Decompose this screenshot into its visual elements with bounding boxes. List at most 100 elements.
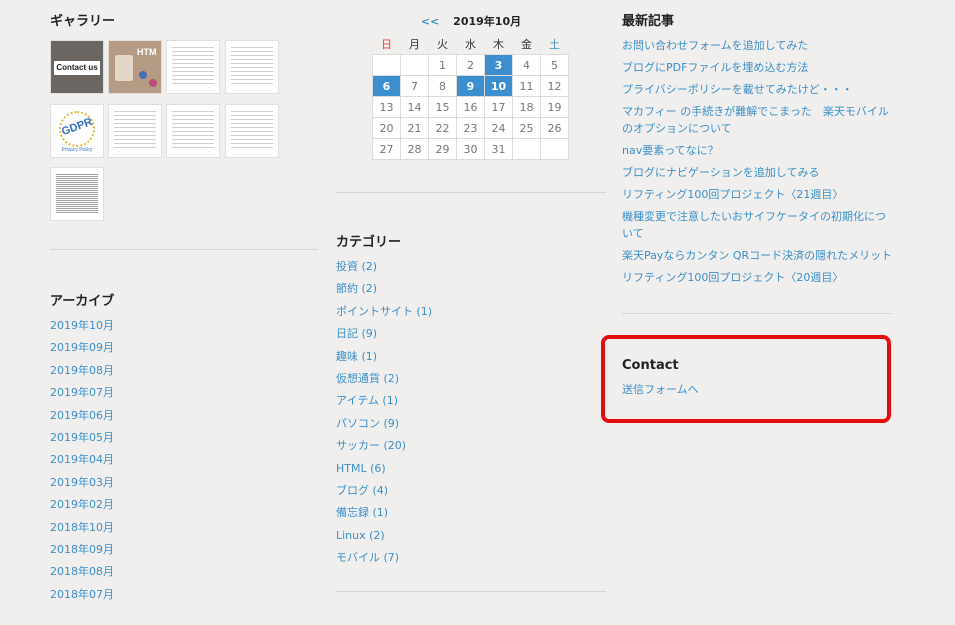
archive-item[interactable]: 2018年07月 — [50, 585, 114, 607]
recent-post-link[interactable]: マカフィー の手続きが難解でこまった 楽天モバイルのオプションについて — [622, 105, 889, 135]
recent-post-item[interactable]: プライバシーポリシーを載せてみたけど・・・ — [622, 81, 894, 98]
category-link[interactable]: 仮想通貨 — [336, 372, 380, 385]
archive-link[interactable]: 2019年06月 — [50, 409, 114, 422]
recent-post-item[interactable]: リフティング100回プロジェクト〈20週目〉 — [622, 269, 894, 286]
recent-post-item[interactable]: お問い合わせフォームを追加してみた — [622, 37, 894, 54]
category-link[interactable]: ポイントサイト — [336, 305, 413, 318]
archive-item[interactable]: 2019年04月 — [50, 450, 114, 472]
archive-link[interactable]: 2018年10月 — [50, 521, 114, 534]
document-thumbnail[interactable] — [166, 40, 220, 94]
category-item[interactable]: 投資 (2) — [336, 257, 432, 279]
archive-link[interactable]: 2019年08月 — [50, 364, 114, 377]
archive-item[interactable]: 2018年09月 — [50, 540, 114, 562]
calendar-day-link[interactable]: 3 — [484, 54, 513, 76]
highlight-box — [601, 335, 891, 423]
recent-post-link[interactable]: ブログにPDFファイルを埋め込む方法 — [622, 61, 808, 74]
contact-title: Contact — [622, 358, 679, 373]
recent-post-link[interactable]: お問い合わせフォームを追加してみた — [622, 39, 808, 52]
archive-item[interactable]: 2019年10月 — [50, 316, 114, 338]
category-count: (1) — [372, 506, 389, 520]
category-link[interactable]: アイテム — [336, 394, 379, 407]
category-link[interactable]: モバイル — [336, 551, 380, 564]
category-link[interactable]: 投資 — [336, 260, 358, 273]
recent-post-link[interactable]: 機種変更で注意したいおサイフケータイの初期化について — [622, 210, 886, 240]
recent-post-item[interactable]: マカフィー の手続きが難解でこまった 楽天モバイルのオプションについて — [622, 103, 894, 137]
category-link[interactable]: HTML — [336, 462, 367, 475]
recent-post-item[interactable]: ブログにナビゲーションを追加してみる — [622, 164, 894, 181]
category-link[interactable]: パソコン — [336, 417, 380, 430]
calendar-day: 23 — [456, 117, 485, 139]
category-link[interactable]: 趣味 — [336, 350, 358, 363]
calendar-prev-link[interactable]: << — [421, 15, 439, 28]
category-link[interactable]: 日記 — [336, 327, 358, 340]
category-link[interactable]: Linux — [336, 529, 366, 542]
category-item[interactable]: Linux (2) — [336, 526, 432, 548]
archive-item[interactable]: 2019年08月 — [50, 361, 114, 383]
category-item[interactable]: 日記 (9) — [336, 324, 432, 346]
cup-shape — [115, 55, 133, 81]
category-item[interactable]: 備忘録 (1) — [336, 503, 432, 525]
archive-link[interactable]: 2019年07月 — [50, 386, 114, 399]
category-item[interactable]: サッカー (20) — [336, 436, 432, 458]
recent-post-link[interactable]: リフティング100回プロジェクト〈20週目〉 — [622, 271, 843, 284]
contact-us-thumbnail[interactable]: Contact us — [50, 40, 104, 94]
dense-document-thumbnail[interactable] — [50, 167, 104, 221]
thumbnail-sublabel: Privacy Policy — [61, 147, 93, 153]
contact-form-link[interactable]: 送信フォームへ — [622, 381, 699, 399]
archive-link[interactable]: 2018年08月 — [50, 565, 114, 578]
category-item[interactable]: 節約 (2) — [336, 279, 432, 301]
category-item[interactable]: ポイントサイト (1) — [336, 302, 432, 324]
category-item[interactable]: HTML (6) — [336, 459, 432, 481]
archive-item[interactable]: 2019年02月 — [50, 495, 114, 517]
archive-link[interactable]: 2019年02月 — [50, 498, 114, 511]
calendar-week-row: 20 21 22 23 24 25 26 — [372, 117, 569, 139]
recent-post-link[interactable]: リフティング100回プロジェクト〈21週目〉 — [622, 188, 843, 201]
archive-link[interactable]: 2019年05月 — [50, 431, 114, 444]
archive-item[interactable]: 2018年10月 — [50, 518, 114, 540]
recent-post-link[interactable]: プライバシーポリシーを載せてみたけど・・・ — [622, 83, 853, 96]
category-item[interactable]: ブログ (4) — [336, 481, 432, 503]
archive-item[interactable]: 2019年09月 — [50, 338, 114, 360]
archive-link[interactable]: 2019年10月 — [50, 319, 114, 332]
recent-post-item[interactable]: リフティング100回プロジェクト〈21週目〉 — [622, 186, 894, 203]
category-item[interactable]: 趣味 (1) — [336, 347, 432, 369]
archive-item[interactable]: 2019年07月 — [50, 383, 114, 405]
category-link[interactable]: サッカー — [336, 439, 380, 452]
calendar-day-link[interactable]: 6 — [372, 75, 401, 97]
document-thumbnail[interactable] — [108, 104, 162, 158]
archive-link[interactable]: 2019年04月 — [50, 453, 114, 466]
archive-link[interactable]: 2019年03月 — [50, 476, 114, 489]
recent-post-link[interactable]: nav要素ってなに？ — [622, 144, 719, 157]
archive-link[interactable]: 2019年09月 — [50, 341, 114, 354]
archive-item[interactable]: 2018年08月 — [50, 562, 114, 584]
html-desk-thumbnail[interactable]: HTM — [108, 40, 162, 94]
archive-item[interactable]: 2019年05月 — [50, 428, 114, 450]
category-count: (2) — [361, 260, 378, 273]
calendar-header: << 2019年10月 — [336, 13, 606, 31]
category-item[interactable]: パソコン (9) — [336, 414, 432, 436]
calendar-week-row: 6 7 8 9 10 11 12 — [372, 75, 569, 97]
document-thumbnail[interactable] — [225, 40, 279, 94]
document-thumbnail[interactable] — [225, 104, 279, 158]
calendar-day-link[interactable]: 9 — [456, 75, 485, 97]
recent-post-link[interactable]: ブログにナビゲーションを追加してみる — [622, 166, 819, 179]
category-item[interactable]: 仮想通貨 (2) — [336, 369, 432, 391]
recent-post-link[interactable]: 楽天Payならカンタン QRコード決済の隠れたメリット — [622, 249, 892, 262]
decor-dot — [149, 79, 157, 87]
document-thumbnail[interactable] — [166, 104, 220, 158]
category-item[interactable]: アイテム (1) — [336, 391, 432, 413]
recent-post-item[interactable]: nav要素ってなに？ — [622, 142, 894, 159]
archive-item[interactable]: 2019年06月 — [50, 406, 114, 428]
archive-link[interactable]: 2018年07月 — [50, 588, 114, 601]
recent-post-item[interactable]: ブログにPDFファイルを埋め込む方法 — [622, 59, 894, 76]
category-item[interactable]: モバイル (7) — [336, 548, 432, 570]
category-link[interactable]: 節約 — [336, 282, 358, 295]
archive-item[interactable]: 2019年03月 — [50, 473, 114, 495]
recent-post-item[interactable]: 機種変更で注意したいおサイフケータイの初期化について — [622, 208, 894, 242]
gdpr-thumbnail[interactable]: GDPR Privacy Policy — [50, 104, 104, 158]
archive-link[interactable]: 2018年09月 — [50, 543, 114, 556]
recent-post-item[interactable]: 楽天Payならカンタン QRコード決済の隠れたメリット — [622, 247, 894, 264]
category-link[interactable]: ブログ — [336, 484, 369, 497]
calendar-day-link[interactable]: 10 — [484, 75, 513, 97]
category-link[interactable]: 備忘録 — [336, 506, 369, 519]
